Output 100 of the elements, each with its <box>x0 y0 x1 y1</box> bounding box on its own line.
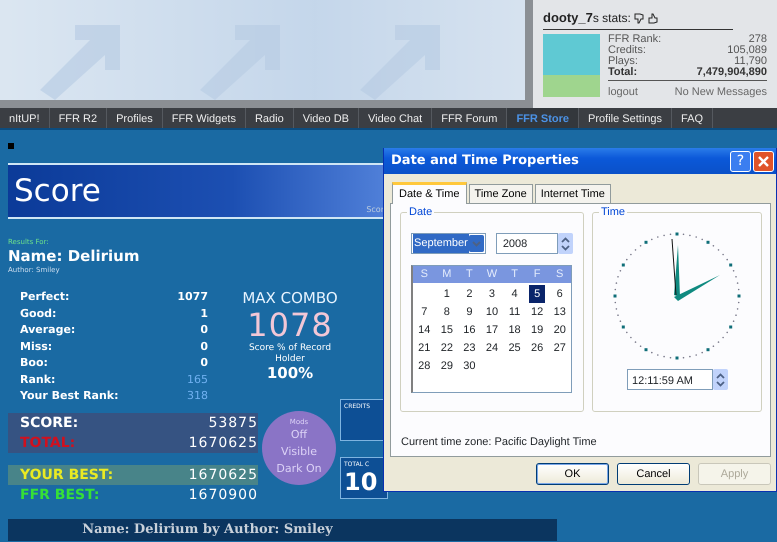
spin-button[interactable] <box>713 369 728 390</box>
close-icon <box>758 156 769 166</box>
messages-status: No New Messages <box>674 84 767 100</box>
calendar-day[interactable]: 22 <box>438 339 456 357</box>
weekday-label: S <box>420 267 429 282</box>
stat-value: 1077 <box>177 289 208 305</box>
weekday-label: M <box>441 267 452 282</box>
stat-value: 278 <box>748 34 767 44</box>
group-label: Time <box>599 206 628 218</box>
stat-value: 7,479,904,890 <box>696 66 767 78</box>
tab[interactable]: Date & Time <box>392 182 467 204</box>
song-footer: Name: Delirium by Author: Smiley <box>8 518 557 540</box>
nav-item[interactable]: Video Chat <box>358 108 432 128</box>
stat-value: 1 <box>200 306 208 322</box>
calendar-day[interactable]: 19 <box>528 321 546 339</box>
calendar-day[interactable]: 15 <box>438 321 456 339</box>
nav-item[interactable]: FFR Widgets <box>162 108 246 128</box>
calendar-day[interactable]: 24 <box>484 339 500 357</box>
total-value: 1670625 <box>188 434 258 452</box>
close-button[interactable] <box>753 150 774 172</box>
calendar-day[interactable]: 2 <box>461 285 478 303</box>
stat-label: Boo: <box>20 355 48 371</box>
dialog-title: Date and Time Properties <box>391 152 579 170</box>
calendar-day[interactable]: 26 <box>528 339 546 357</box>
nav-item[interactable]: Video DB <box>294 108 359 128</box>
nav-item[interactable]: FAQ <box>672 108 714 128</box>
stat-value: 0 <box>200 322 208 338</box>
calendar-day[interactable]: 25 <box>506 339 523 357</box>
stat-label: Plays: <box>608 56 638 66</box>
nav-item[interactable]: Radio <box>246 108 294 128</box>
total-label: TOTAL: <box>20 434 76 452</box>
time-field[interactable]: 12:11:59 AM <box>627 369 713 390</box>
calendar-day[interactable]: 5 <box>528 285 546 303</box>
stat-value: 165 <box>187 372 208 388</box>
calendar-day[interactable]: 29 <box>438 357 456 375</box>
calendar-day[interactable]: 14 <box>416 321 433 339</box>
record-label: Score % of Record Holder <box>248 343 332 365</box>
group-label: Date <box>407 206 434 218</box>
year-field[interactable]: 2008 <box>496 233 558 254</box>
stat-label: Perfect: <box>20 289 70 305</box>
calendar-day[interactable]: 9 <box>461 303 478 321</box>
total-label: SCORE: <box>20 414 80 432</box>
calendar-day[interactable]: 6 <box>551 285 568 303</box>
nav-item[interactable]: nItUP! <box>0 108 50 128</box>
mod-value: Dark On <box>276 461 322 477</box>
nav-item[interactable]: FFR Store <box>507 108 580 128</box>
mod-value: Visible <box>281 444 317 460</box>
calendar-day[interactable]: 28 <box>416 357 433 375</box>
total-credits-value: 10 <box>344 468 378 494</box>
stat-label: FFR Rank: <box>608 34 662 44</box>
stats-heading: dooty_7s stats: <box>543 9 631 27</box>
calendar-day[interactable]: 27 <box>551 339 568 357</box>
stat-value: 318 <box>187 388 208 404</box>
calendar-day[interactable]: 23 <box>461 339 478 357</box>
tab[interactable]: Internet Time <box>534 184 611 203</box>
logout-link[interactable]: logout <box>608 84 638 100</box>
help-button[interactable]: ? <box>730 150 751 172</box>
nav-item[interactable]: Profile Settings <box>579 108 672 128</box>
mod-value: Off <box>290 427 308 443</box>
stat-label: Miss: <box>20 338 52 354</box>
stat-value: 11,790 <box>734 56 767 66</box>
avatar-image <box>543 34 600 96</box>
spin-button[interactable] <box>558 233 573 254</box>
calendar-day[interactable]: 30 <box>461 357 478 375</box>
tab[interactable]: Time Zone <box>468 184 533 203</box>
calendar-day[interactable]: 18 <box>506 321 523 339</box>
calendar-day[interactable]: 16 <box>461 321 478 339</box>
timezone-text: Current time zone: Pacific Daylight Time <box>401 435 598 450</box>
stat-label: Average: <box>20 322 76 338</box>
stat-value: 0 <box>200 355 208 371</box>
calendar-day[interactable]: 20 <box>551 321 568 339</box>
stat-label: Good: <box>20 306 56 322</box>
calendar-day[interactable]: 13 <box>551 303 568 321</box>
total-value: 53875 <box>207 414 258 432</box>
calendar-day[interactable]: 4 <box>506 285 523 303</box>
total-value: 1670625 <box>188 466 258 484</box>
calendar-day[interactable]: 3 <box>484 285 500 303</box>
stat-label: Credits: <box>608 44 646 56</box>
song-name: Name: Delirium <box>8 248 140 264</box>
stat-label: Total: <box>608 66 638 78</box>
stat-label: Rank: <box>20 372 56 388</box>
combo-label: MAX COMBO <box>241 289 339 307</box>
dialog-button[interactable]: OK <box>536 463 609 485</box>
calendar-day[interactable]: 7 <box>416 303 433 321</box>
stat-label: Your Best Rank: <box>20 388 119 404</box>
calendar-day[interactable]: 11 <box>506 303 523 321</box>
stat-value: 105,089 <box>727 44 767 56</box>
weekday-label: W <box>486 267 498 282</box>
month-dropdown[interactable]: September <box>411 233 486 254</box>
calendar-day[interactable]: 1 <box>438 285 456 303</box>
nav-item[interactable]: Profiles <box>107 108 163 128</box>
calendar-day[interactable]: 12 <box>528 303 546 321</box>
calendar-day[interactable]: 10 <box>484 303 500 321</box>
calendar-day[interactable]: 8 <box>438 303 456 321</box>
calendar-day[interactable]: 17 <box>484 321 500 339</box>
calendar-day[interactable]: 21 <box>416 339 433 357</box>
nav-item[interactable]: FFR R2 <box>50 108 108 128</box>
dialog-button[interactable]: Cancel <box>617 463 690 485</box>
combo-value: 1078 <box>246 307 334 343</box>
square-marker <box>8 143 14 149</box>
